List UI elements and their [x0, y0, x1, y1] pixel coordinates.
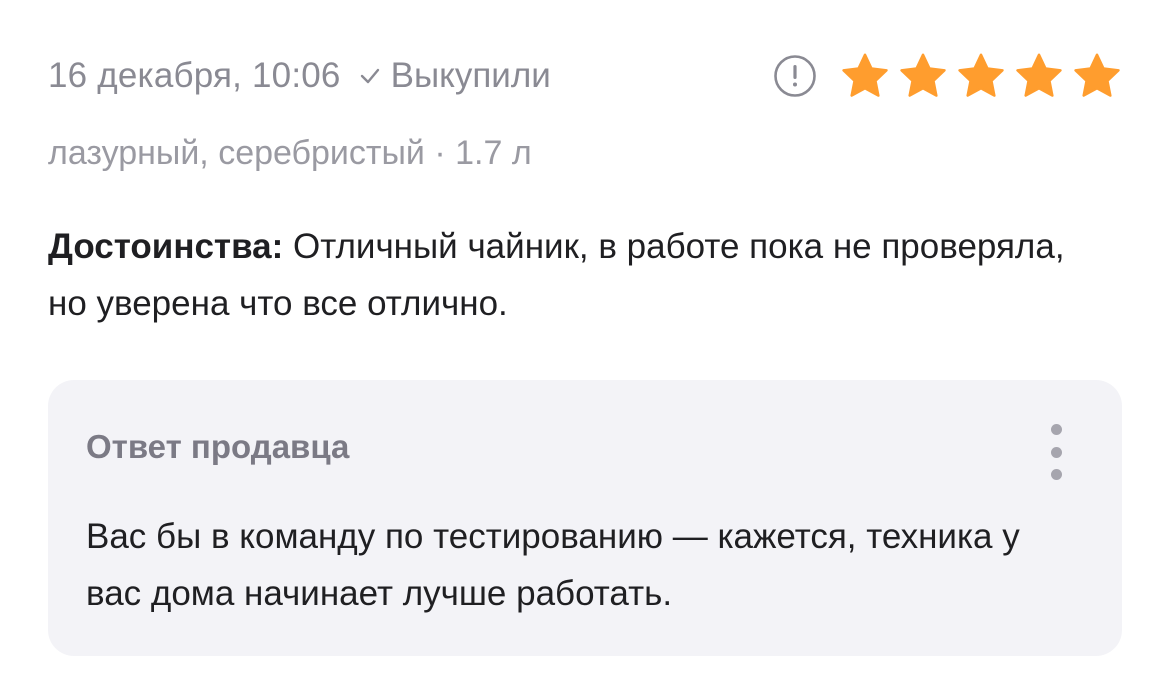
star-icon: [842, 53, 888, 97]
review-meta-row: 16 декабря, 10:06 Выкупили: [48, 48, 1122, 104]
menu-dot: [1050, 446, 1062, 458]
check-icon: [360, 68, 379, 84]
advantages-label: Достоинства:: [48, 227, 284, 266]
menu-dot: [1050, 424, 1062, 435]
star-icon: [900, 53, 946, 97]
purchase-status: Выкупили: [390, 56, 551, 95]
more-vertical-icon[interactable]: [1048, 424, 1064, 480]
product-variant: лазурный, серебристый · 1.7 л: [48, 134, 532, 172]
seller-answer-title: Ответ продавца: [86, 428, 350, 465]
star-icon: [958, 53, 1004, 97]
seller-answer-text: Вас бы в команду по тестированию — кажет…: [86, 517, 1020, 613]
review-date: 16 декабря, 10:06: [48, 56, 341, 95]
review-advantages: Достоинства: Отличный чайник, в работе п…: [48, 218, 1068, 332]
rating-group: [772, 51, 1122, 101]
review-card: 16 декабря, 10:06 Выкупили лазурный, сер…: [0, 0, 1170, 686]
seller-answer-panel: Ответ продавца Вас бы в команду по тести…: [48, 380, 1122, 656]
star-icon: [1074, 53, 1120, 97]
star-rating: [832, 51, 1122, 101]
menu-dot: [1050, 469, 1062, 480]
exclamation-circle-icon[interactable]: [772, 53, 818, 99]
star-icon: [1016, 53, 1062, 97]
